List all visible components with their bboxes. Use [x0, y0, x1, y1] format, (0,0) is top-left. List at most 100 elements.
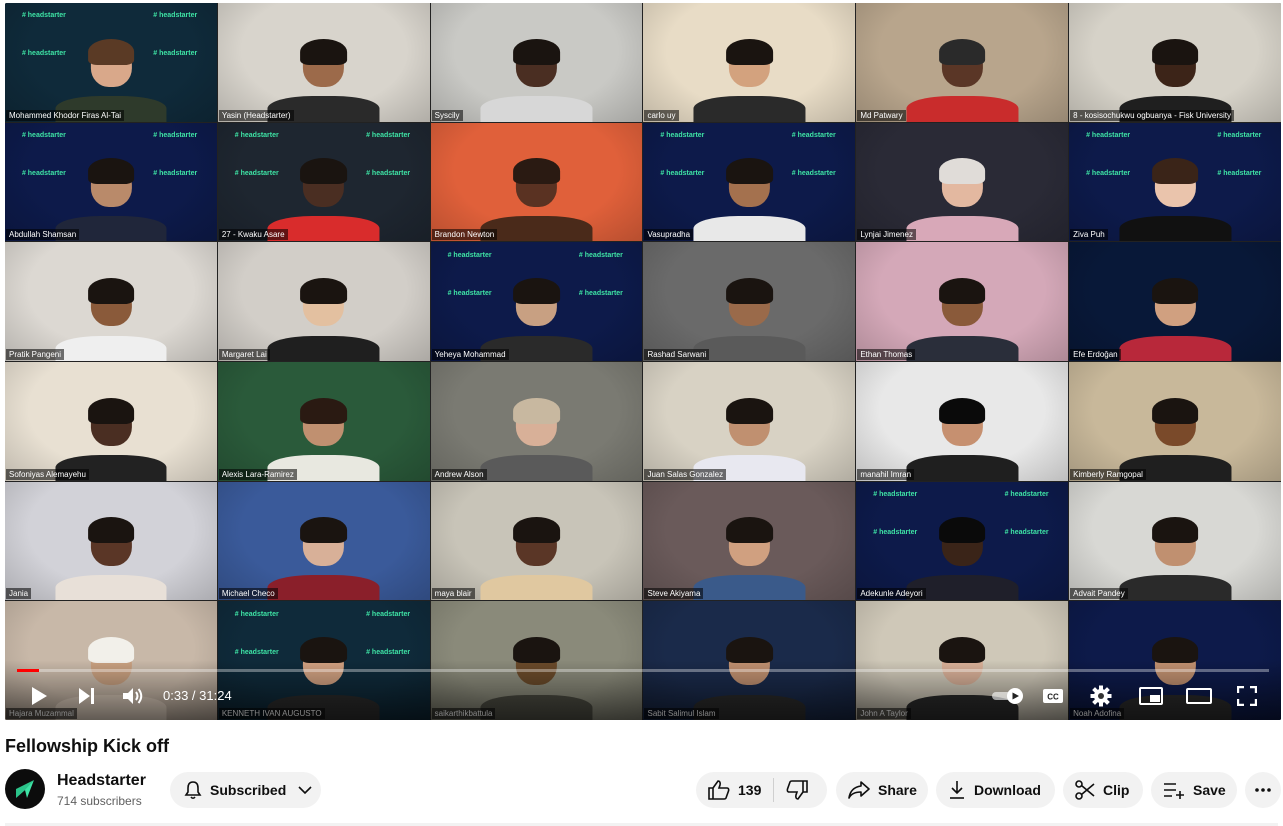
participant-tile: Juan Salas Gonzalez	[643, 361, 856, 481]
video-title: Fellowship Kick off	[5, 736, 170, 756]
theater-mode-button[interactable]	[1185, 682, 1213, 710]
participant-name: Yeheya Mohammad	[431, 348, 509, 360]
participant-tile: Md Patwary	[856, 3, 1069, 122]
participant-name: Rashad Sarwani	[644, 348, 710, 360]
participant-video	[480, 35, 593, 122]
participant-video	[906, 514, 1019, 601]
skip-next-icon	[79, 688, 94, 704]
participant-name: Steve Akiyama	[644, 588, 704, 600]
subscribed-label: Subscribed	[210, 782, 287, 798]
share-button[interactable]: Share	[836, 772, 928, 808]
participant-name: carlo uy	[644, 109, 679, 121]
headstarter-watermark: # headstarter	[1086, 132, 1131, 140]
headstarter-watermark: # headstarter	[234, 648, 279, 656]
captions-button[interactable]: CC	[1039, 682, 1067, 710]
subscribed-button[interactable]: Subscribed	[170, 772, 321, 808]
participant-video	[906, 155, 1019, 242]
progress-bar[interactable]	[17, 669, 1269, 672]
participant-name: Alexis Lara-Ramirez	[218, 468, 297, 480]
headstarter-watermark: # headstarter	[1004, 529, 1049, 537]
participant-tile: Efe Erdoğan	[1069, 242, 1281, 361]
clip-button[interactable]: Clip	[1063, 772, 1143, 808]
participant-tile: Steve Akiyama	[643, 481, 856, 601]
participant-name: Juan Salas Gonzalez	[644, 468, 727, 480]
headstarter-watermark: # headstarter	[153, 132, 198, 140]
headstarter-watermark: # headstarter	[234, 170, 279, 178]
channel-name[interactable]: Headstarter	[57, 772, 146, 790]
autoplay-toggle[interactable]	[991, 682, 1027, 710]
headstarter-watermark: # headstarter	[1086, 170, 1131, 178]
participant-video	[1119, 274, 1231, 361]
play-button[interactable]	[25, 682, 53, 710]
more-horizontal-icon	[1255, 788, 1271, 792]
participant-tile: Ethan Thomas	[856, 242, 1069, 361]
bell-icon	[184, 780, 202, 800]
headstarter-watermark: # headstarter	[153, 50, 198, 58]
headstarter-watermark: # headstarter	[578, 251, 623, 259]
participant-name: Ethan Thomas	[857, 348, 916, 360]
participant-tile: Brandon Newton	[430, 122, 643, 242]
miniplayer-button[interactable]	[1137, 682, 1165, 710]
headstarter-watermark: # headstarter	[21, 170, 66, 178]
headstarter-watermark: # headstarter	[873, 529, 918, 537]
save-button[interactable]: Save	[1151, 772, 1237, 808]
headstarter-watermark: # headstarter	[791, 132, 836, 140]
dislike-button[interactable]	[786, 780, 809, 800]
clip-label: Clip	[1103, 782, 1130, 798]
svg-text:CC: CC	[1047, 693, 1059, 702]
time-display: 0:33 / 31:24	[163, 688, 232, 703]
participant-video	[54, 514, 167, 601]
participant-video	[906, 274, 1019, 361]
participant-name: Yasin (Headstarter)	[218, 109, 294, 121]
headstarter-watermark: # headstarter	[578, 289, 623, 297]
participant-name: maya blair	[431, 588, 475, 600]
headstarter-watermark: # headstarter	[234, 132, 279, 140]
participant-video	[906, 394, 1019, 481]
participant-name: Jania	[6, 588, 32, 600]
fullscreen-icon	[1237, 686, 1257, 706]
save-label: Save	[1193, 782, 1226, 798]
participant-grid: # headstarter # headstarter # headstarter #…	[5, 3, 1281, 720]
play-icon	[32, 687, 47, 705]
participant-name: Sofoniyas Alemayehu	[6, 468, 89, 480]
headstarter-watermark: # headstarter	[1217, 170, 1262, 178]
participant-name: Ziva Puh	[1070, 229, 1108, 241]
headstarter-watermark: # headstarter	[447, 251, 492, 259]
download-button[interactable]: Download	[936, 772, 1055, 808]
next-button[interactable]	[73, 682, 101, 710]
participant-video	[54, 274, 167, 361]
scissors-icon	[1075, 780, 1095, 800]
participant-tile: Advait Pandey	[1069, 481, 1281, 601]
participant-tile: # headstarter # headstarter # headstarter #…	[5, 3, 217, 122]
more-actions-button[interactable]	[1245, 772, 1281, 808]
channel-avatar[interactable]	[5, 769, 45, 809]
participant-tile: # headstarter # headstarter # headstarter #…	[430, 242, 643, 361]
participant-tile: # headstarter # headstarter # headstarter #…	[217, 122, 430, 242]
settings-button[interactable]	[1087, 682, 1115, 710]
like-button[interactable]: 139	[708, 780, 761, 800]
fullscreen-button[interactable]	[1233, 682, 1261, 710]
volume-button[interactable]	[119, 682, 147, 710]
gear-icon	[1090, 685, 1112, 707]
participant-tile: Margaret Lai	[217, 242, 430, 361]
participant-name: Syscily	[431, 109, 463, 121]
subscriber-count: 714 subscribers	[57, 794, 142, 808]
participant-name: Brandon Newton	[431, 229, 498, 241]
participant-tile: # headstarter # headstarter # headstarter #…	[856, 481, 1069, 601]
participant-name: Michael Checo	[218, 588, 278, 600]
participant-video	[1119, 155, 1231, 242]
divider	[773, 778, 775, 802]
participant-name: Pratik Pangeni	[6, 348, 65, 360]
participant-tile: 8 - kosisochukwu ogbuanya - Fisk Univers…	[1069, 3, 1281, 122]
participant-name: Vasupradha	[644, 229, 694, 241]
headstarter-watermark: # headstarter	[21, 50, 66, 58]
participant-tile: Jania	[5, 481, 217, 601]
thumbs-up-icon	[708, 780, 730, 800]
participant-name: Margaret Lai	[218, 348, 270, 360]
participant-tile: Pratik Pangeni	[5, 242, 217, 361]
headstarter-watermark: # headstarter	[873, 491, 918, 499]
video-player[interactable]: # headstarter # headstarter # headstarter #…	[5, 3, 1281, 720]
participant-tile: Alexis Lara-Ramirez	[217, 361, 430, 481]
participant-tile: Andrew Alson	[430, 361, 643, 481]
like-count: 139	[738, 782, 762, 798]
